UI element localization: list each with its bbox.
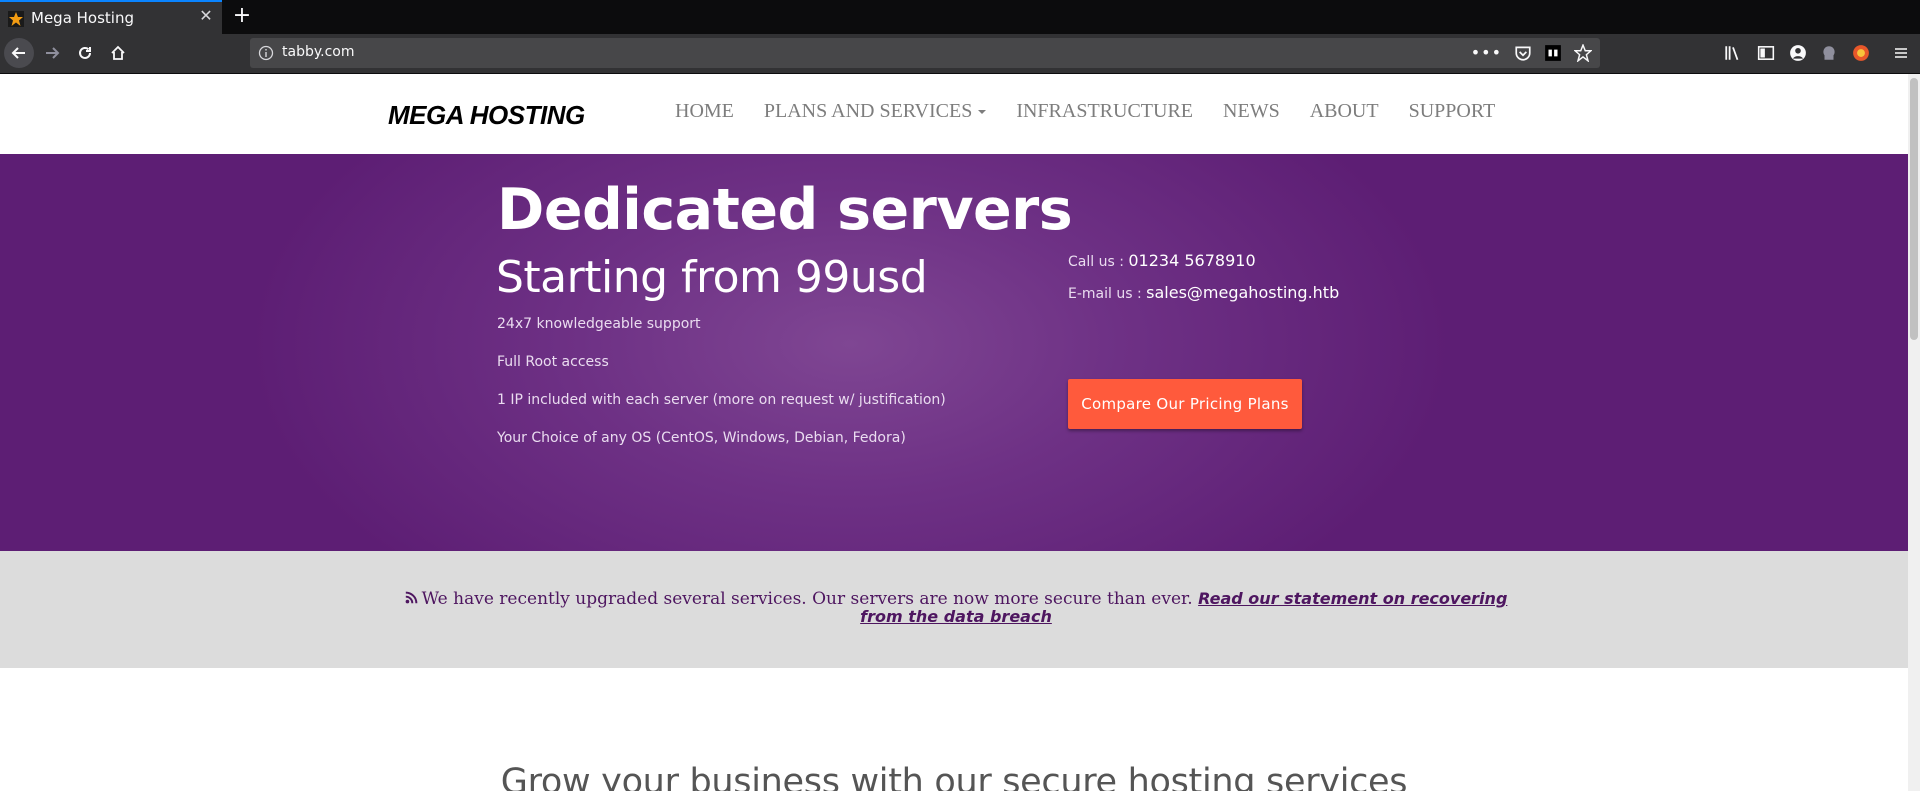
feature-list: 24x7 knowledgeable support Full Root acc… xyxy=(497,316,946,468)
site-header: MEGA HOSTING HOME PLANS AND SERVICES INF… xyxy=(0,74,1908,154)
section-heading: Grow your business with our secure hosti… xyxy=(500,762,1408,791)
tab-strip: Mega Hosting ✕ + xyxy=(0,0,1920,34)
bookmark-star-icon[interactable] xyxy=(1574,43,1592,62)
contact-info: Call us : 01234 5678910 E-mail us : sale… xyxy=(1068,251,1339,315)
extension-ghost-icon[interactable] xyxy=(1819,43,1839,63)
feature-item: 24x7 knowledgeable support xyxy=(497,316,701,332)
star-favicon-icon xyxy=(8,11,24,27)
email-label: E-mail us : xyxy=(1068,286,1147,302)
email-address: sales@megahosting.htb xyxy=(1146,283,1340,302)
site-logo[interactable]: MEGA HOSTING xyxy=(388,100,585,131)
nav-home[interactable]: HOME xyxy=(675,100,734,123)
menu-hamburger-icon[interactable] xyxy=(1891,43,1911,63)
feature-item: 1 IP included with each server (more on … xyxy=(497,392,946,408)
home-icon xyxy=(111,45,125,60)
account-icon[interactable] xyxy=(1788,43,1808,63)
nav-news[interactable]: NEWS xyxy=(1223,100,1280,123)
caret-down-icon xyxy=(978,110,987,115)
reload-icon xyxy=(79,46,91,59)
hero-section: Dedicated servers Starting from 99usd 24… xyxy=(0,154,1908,551)
info-icon[interactable] xyxy=(258,45,274,61)
notice-banner: We have recently upgraded several servic… xyxy=(0,551,1908,668)
tab-close-icon[interactable]: ✕ xyxy=(198,8,214,24)
page-actions-icon[interactable]: ••• xyxy=(1471,43,1502,62)
web-page: MEGA HOSTING HOME PLANS AND SERVICES INF… xyxy=(0,74,1908,791)
url-text[interactable]: tabby.com xyxy=(282,44,354,60)
call-number: 01234 5678910 xyxy=(1128,251,1256,270)
forward-arrow-icon xyxy=(46,47,60,59)
extension-icon[interactable] xyxy=(1544,44,1562,62)
back-button[interactable] xyxy=(4,38,34,68)
address-bar[interactable]: tabby.com ••• xyxy=(250,38,1600,68)
nav-plans-and-services[interactable]: PLANS AND SERVICES xyxy=(763,100,987,123)
notice-content: We have recently upgraded several servic… xyxy=(383,590,1529,626)
browser-toolbar: tabby.com ••• xyxy=(0,34,1920,74)
back-arrow-icon xyxy=(11,47,25,59)
call-label: Call us : xyxy=(1068,254,1129,270)
feature-item: Full Root access xyxy=(497,354,609,370)
firefox-extension-icon[interactable] xyxy=(1851,43,1871,63)
scrollbar-thumb[interactable] xyxy=(1910,78,1918,340)
browser-tab[interactable]: Mega Hosting ✕ xyxy=(0,0,222,34)
nav-about[interactable]: ABOUT xyxy=(1310,100,1379,123)
nav-support[interactable]: SUPPORT xyxy=(1409,100,1496,123)
hero-subtitle: Starting from 99usd xyxy=(496,252,928,303)
tab-title: Mega Hosting xyxy=(31,9,135,27)
nav-plans-label: PLANS AND SERVICES xyxy=(763,100,973,122)
sidebar-icon[interactable] xyxy=(1756,43,1776,63)
new-tab-button[interactable]: + xyxy=(230,4,254,28)
reload-button[interactable] xyxy=(70,38,100,68)
nav-infrastructure[interactable]: INFRASTRUCTURE xyxy=(1016,100,1193,123)
main-nav: HOME PLANS AND SERVICES INFRASTRUCTURE N… xyxy=(675,100,1525,123)
library-icon[interactable] xyxy=(1723,43,1743,63)
hero-title: Dedicated servers xyxy=(497,177,1073,243)
feature-item: Your Choice of any OS (CentOS, Windows, … xyxy=(497,430,906,446)
compare-pricing-button[interactable]: Compare Our Pricing Plans xyxy=(1068,379,1302,429)
pocket-icon[interactable] xyxy=(1514,44,1532,62)
home-button[interactable] xyxy=(103,38,133,68)
rss-icon xyxy=(405,591,417,604)
forward-button[interactable] xyxy=(37,38,67,68)
notice-text: We have recently upgraded several servic… xyxy=(421,589,1199,609)
